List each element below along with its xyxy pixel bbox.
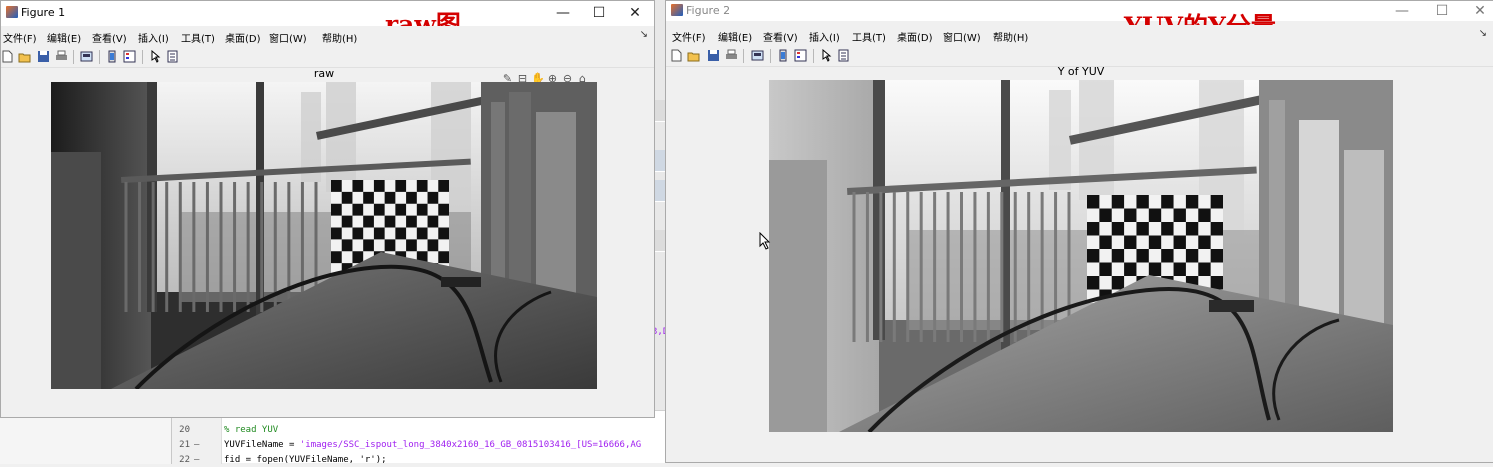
link-plot-icon[interactable]: [751, 49, 764, 62]
open-file-icon[interactable]: [687, 49, 700, 62]
menu-file[interactable]: 文件(F): [672, 29, 706, 44]
maximize-button[interactable]: ☐: [581, 3, 617, 23]
code-line[interactable]: 21— YUVFileName = 'images/SSC_ispout_long…: [172, 438, 665, 452]
menu-bar: 文件(F) 编辑(E) 查看(V) 插入(I) 工具(T) 桌面(D) 窗口(W…: [1, 26, 654, 46]
menu-file[interactable]: 文件(F): [3, 30, 37, 45]
menu-bar: 文件(F) 编辑(E) 查看(V) 插入(I) 工具(T) 桌面(D) 窗口(W…: [666, 25, 1493, 45]
legend-icon[interactable]: [794, 49, 807, 62]
pin-menu-icon[interactable]: ↘: [1479, 28, 1487, 39]
menu-desktop[interactable]: 桌面(D): [225, 30, 261, 45]
window-title: Figure 2: [686, 4, 731, 17]
new-figure-icon[interactable]: [1, 50, 14, 63]
code-line[interactable]: 22— fid = fopen(YUVFileName, 'r');: [172, 453, 665, 467]
pointer-icon[interactable]: [149, 50, 162, 63]
line-number: 21: [179, 440, 190, 450]
figure-toolbar: [1, 46, 654, 68]
print-icon[interactable]: [725, 49, 738, 62]
pin-menu-icon[interactable]: ↘: [640, 29, 648, 40]
menu-view[interactable]: 查看(V): [763, 29, 798, 44]
legend-icon[interactable]: [123, 50, 136, 63]
figure-toolbar: [666, 45, 1493, 67]
new-figure-icon[interactable]: [670, 49, 683, 62]
save-icon[interactable]: [37, 50, 50, 63]
menu-tools[interactable]: 工具(T): [852, 29, 886, 44]
matlab-figure-icon: [6, 6, 18, 18]
menu-insert[interactable]: 插入(I): [138, 30, 169, 45]
title-bar[interactable]: Figure 2 YUV的Y分量 — ☐ ✕: [666, 1, 1493, 41]
close-button[interactable]: ✕: [617, 3, 653, 23]
minimize-button[interactable]: —: [545, 3, 581, 23]
y-channel-image: [769, 80, 1393, 432]
menu-edit[interactable]: 编辑(E): [47, 30, 81, 45]
print-icon[interactable]: [55, 50, 68, 63]
file-browser-pane: [0, 411, 172, 464]
menu-tools[interactable]: 工具(T): [181, 30, 215, 45]
pointer-icon[interactable]: [820, 49, 833, 62]
property-inspector-icon[interactable]: [166, 50, 179, 63]
raw-image: [51, 82, 597, 389]
title-bar[interactable]: Figure 1 raw图 — ☐ ✕: [1, 1, 654, 39]
maximize-button[interactable]: ☐: [1424, 1, 1460, 21]
menu-view[interactable]: 查看(V): [92, 30, 127, 45]
menu-insert[interactable]: 插入(I): [809, 29, 840, 44]
mouse-cursor-icon: [759, 232, 771, 250]
axes-title: Y of YUV: [1057, 65, 1105, 78]
property-inspector-icon[interactable]: [837, 49, 850, 62]
code-line[interactable]: 20% read YUV: [172, 423, 665, 437]
menu-desktop[interactable]: 桌面(D): [897, 29, 933, 44]
close-button[interactable]: ✕: [1462, 1, 1493, 21]
link-plot-icon[interactable]: [80, 50, 93, 63]
open-file-icon[interactable]: [18, 50, 31, 63]
menu-window[interactable]: 窗口(W): [269, 30, 307, 45]
line-number: 22: [179, 455, 190, 465]
menu-help[interactable]: 帮助(H): [322, 30, 357, 45]
background-window-strip: [655, 0, 665, 410]
save-icon[interactable]: [707, 49, 720, 62]
menu-help[interactable]: 帮助(H): [993, 29, 1028, 44]
matlab-figure-icon: [671, 4, 683, 16]
minimize-button[interactable]: —: [1384, 1, 1420, 21]
menu-edit[interactable]: 编辑(E): [718, 29, 752, 44]
menu-window[interactable]: 窗口(W): [943, 29, 981, 44]
colorbar-icon[interactable]: [777, 49, 790, 62]
axes-title: raw: [313, 67, 335, 80]
colorbar-icon[interactable]: [106, 50, 119, 63]
line-number: 20: [179, 425, 190, 435]
window-title: Figure 1: [21, 6, 66, 19]
